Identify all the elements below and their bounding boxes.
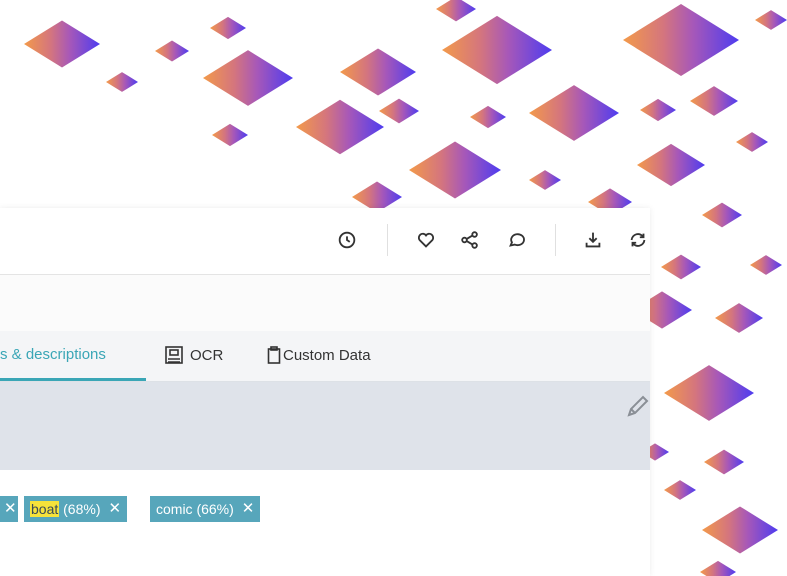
share-button[interactable] <box>458 228 482 252</box>
heart-icon <box>417 232 435 248</box>
tab-bar: s & descriptions OCR Custom Data <box>0 331 650 382</box>
tab-label: Custom Data <box>283 346 371 364</box>
tag-chip: comic (66%) ✕ <box>150 496 261 522</box>
search-highlight: boat <box>30 501 60 517</box>
refresh-icon <box>630 233 646 247</box>
ocr-icon <box>164 345 184 365</box>
history-button[interactable] <box>335 228 359 252</box>
tab-label: OCR <box>190 346 224 364</box>
favorite-button[interactable] <box>414 228 438 252</box>
tab-ocr[interactable]: OCR <box>164 331 223 379</box>
description-field[interactable] <box>0 382 650 470</box>
pencil-icon <box>627 395 649 417</box>
tab-tags-descriptions[interactable]: s & descriptions <box>0 331 146 381</box>
toolbar-divider <box>555 224 556 256</box>
remove-tag-icon[interactable]: ✕ <box>4 496 17 522</box>
tag-chip: boat (68%) ✕ <box>24 496 128 522</box>
remove-tag-icon[interactable]: ✕ <box>108 496 121 522</box>
comment-button[interactable] <box>505 228 529 252</box>
image-detail-panel: s & descriptions OCR Custom Data ✕ boat … <box>0 208 650 576</box>
toolbar <box>0 208 650 275</box>
download-button[interactable] <box>581 228 605 252</box>
download-icon <box>585 232 601 248</box>
clock-icon <box>338 231 356 249</box>
header-spacer <box>0 275 650 331</box>
toolbar-divider <box>387 224 388 256</box>
refresh-button[interactable] <box>626 228 650 252</box>
tag-label: (68%) <box>59 501 101 517</box>
clipboard-icon <box>267 346 281 364</box>
edit-description-button[interactable] <box>624 394 650 420</box>
tab-label: s & descriptions <box>0 346 106 363</box>
tag-label: comic (66%) <box>156 501 234 517</box>
tab-custom-data[interactable]: Custom Data <box>267 331 371 379</box>
remove-tag-icon[interactable]: ✕ <box>242 496 255 522</box>
tag-chip: ✕ <box>0 496 18 522</box>
share-icon <box>461 231 478 249</box>
comment-icon <box>509 233 525 247</box>
